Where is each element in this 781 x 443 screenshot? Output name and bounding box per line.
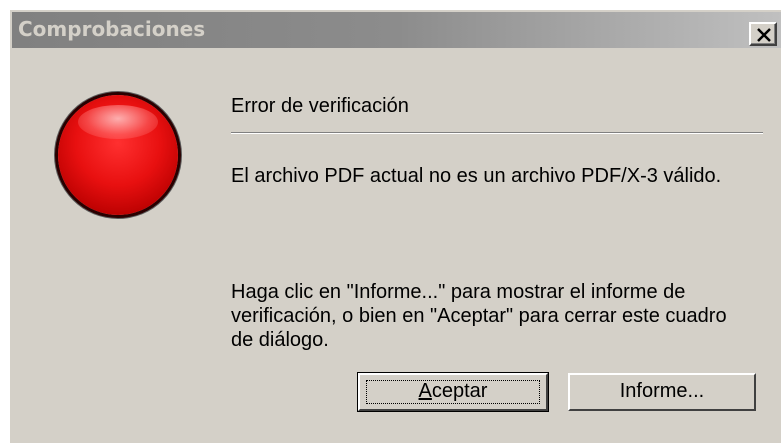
close-icon [757, 28, 771, 42]
orb-highlight [78, 105, 158, 139]
accept-label-rest: ceptar [431, 380, 488, 402]
error-message: El archivo PDF actual no es un archivo P… [231, 165, 722, 187]
accept-accelerator: A [418, 380, 432, 402]
report-button-label: Informe... [619, 380, 705, 402]
close-button[interactable] [749, 22, 777, 46]
accept-button[interactable]: Aceptar [357, 372, 549, 412]
error-heading: Error de verificación [231, 95, 409, 117]
separator [231, 132, 763, 134]
report-button[interactable]: Informe... [568, 373, 756, 411]
title-bar[interactable]: Comprobaciones [12, 12, 781, 48]
accept-button-label: Aceptar [419, 380, 488, 402]
window-title: Comprobaciones [18, 17, 206, 41]
error-orb-icon [58, 95, 178, 215]
instructions-text: Haga clic en "Informe..." para mostrar e… [231, 281, 727, 351]
verification-dialog: Comprobaciones Error de verificación El … [8, 8, 781, 443]
